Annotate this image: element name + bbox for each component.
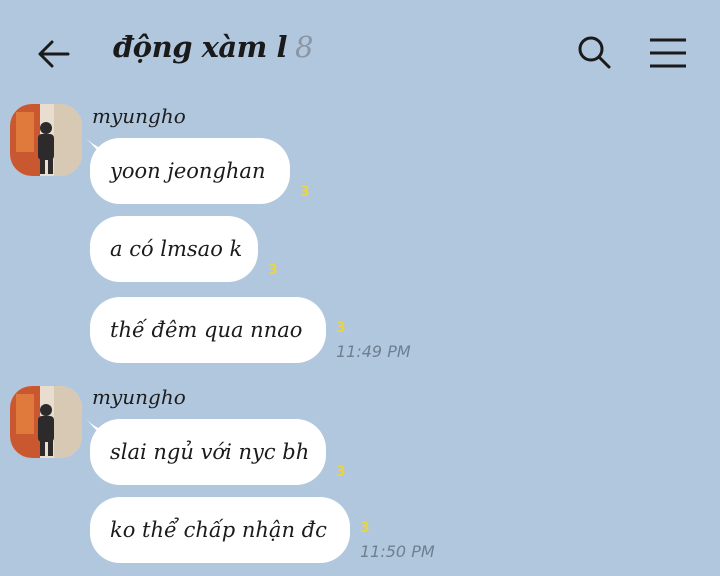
- message-text: thế đêm qua nnao: [110, 318, 303, 342]
- avatar-image: [10, 104, 82, 176]
- message-time: 11:49 PM: [336, 342, 411, 361]
- back-arrow-icon: [38, 40, 70, 68]
- read-count: 3: [360, 520, 370, 536]
- read-count: 3: [268, 262, 278, 278]
- sender-name: myungho: [92, 385, 186, 409]
- sender-name: myungho: [92, 104, 186, 128]
- chat-header: động xàm l 8: [0, 0, 720, 100]
- message-bubble[interactable]: yoon jeonghan: [90, 138, 290, 204]
- message-text: slai ngủ với nyc bh: [110, 440, 310, 464]
- menu-button[interactable]: [648, 36, 688, 70]
- avatar[interactable]: [10, 104, 82, 176]
- read-count: 3: [336, 320, 346, 336]
- member-count: 8: [294, 30, 314, 64]
- message-time: 11:50 PM: [360, 542, 435, 561]
- avatar[interactable]: [10, 386, 82, 458]
- message-bubble[interactable]: thế đêm qua nnao: [90, 297, 326, 363]
- message-bubble[interactable]: a có lmsao k: [90, 216, 258, 282]
- search-icon: [578, 36, 611, 69]
- message-bubble[interactable]: slai ngủ với nyc bh: [90, 419, 326, 485]
- search-button[interactable]: [574, 32, 614, 72]
- chat-title-area[interactable]: động xàm l 8: [113, 30, 313, 78]
- read-count: 3: [336, 464, 346, 480]
- back-button[interactable]: [34, 34, 74, 74]
- message-text: ko thể chấp nhận đc: [110, 518, 327, 542]
- read-count: 3: [300, 184, 310, 200]
- menu-icon: [650, 38, 686, 68]
- chat-title: động xàm l: [113, 30, 287, 64]
- message-text: yoon jeonghan: [110, 159, 266, 183]
- message-bubble[interactable]: ko thể chấp nhận đc: [90, 497, 350, 563]
- avatar-image: [10, 386, 82, 458]
- message-text: a có lmsao k: [110, 237, 243, 261]
